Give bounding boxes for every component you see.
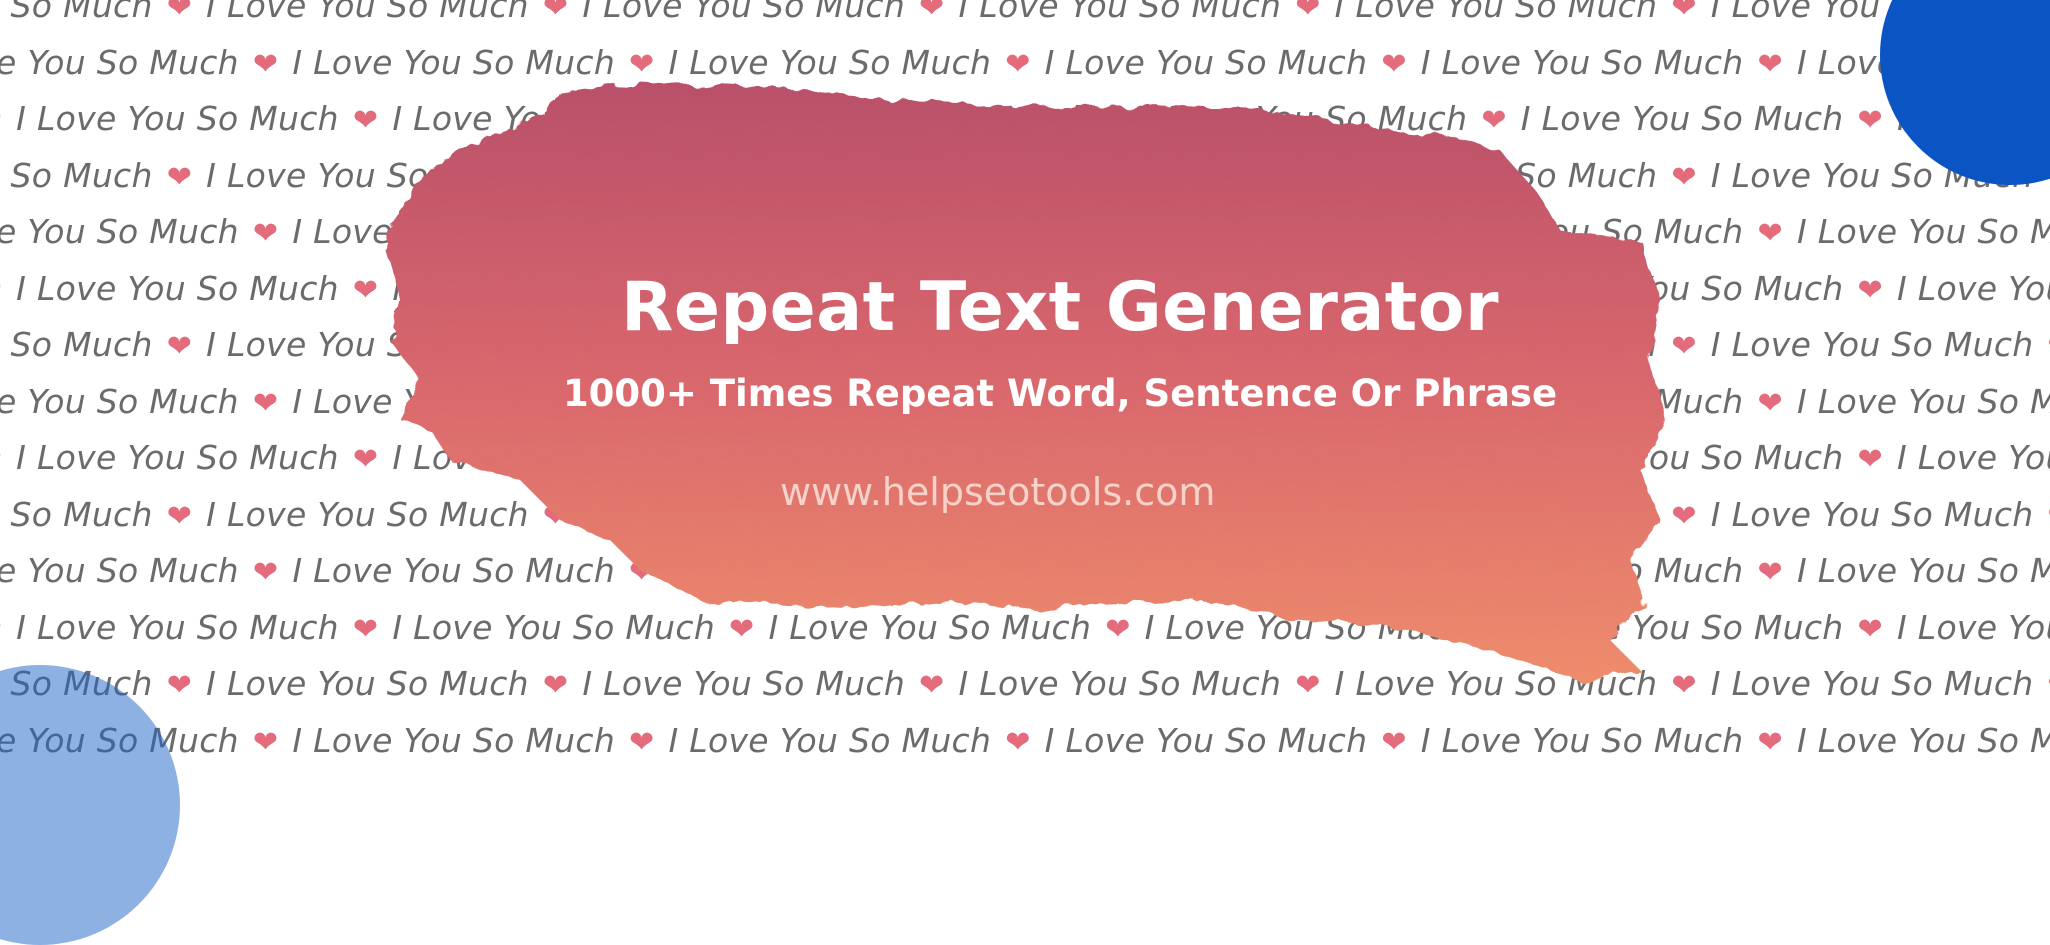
watercolor-brush-stroke <box>0 0 2050 780</box>
brush-shape <box>385 82 1665 680</box>
